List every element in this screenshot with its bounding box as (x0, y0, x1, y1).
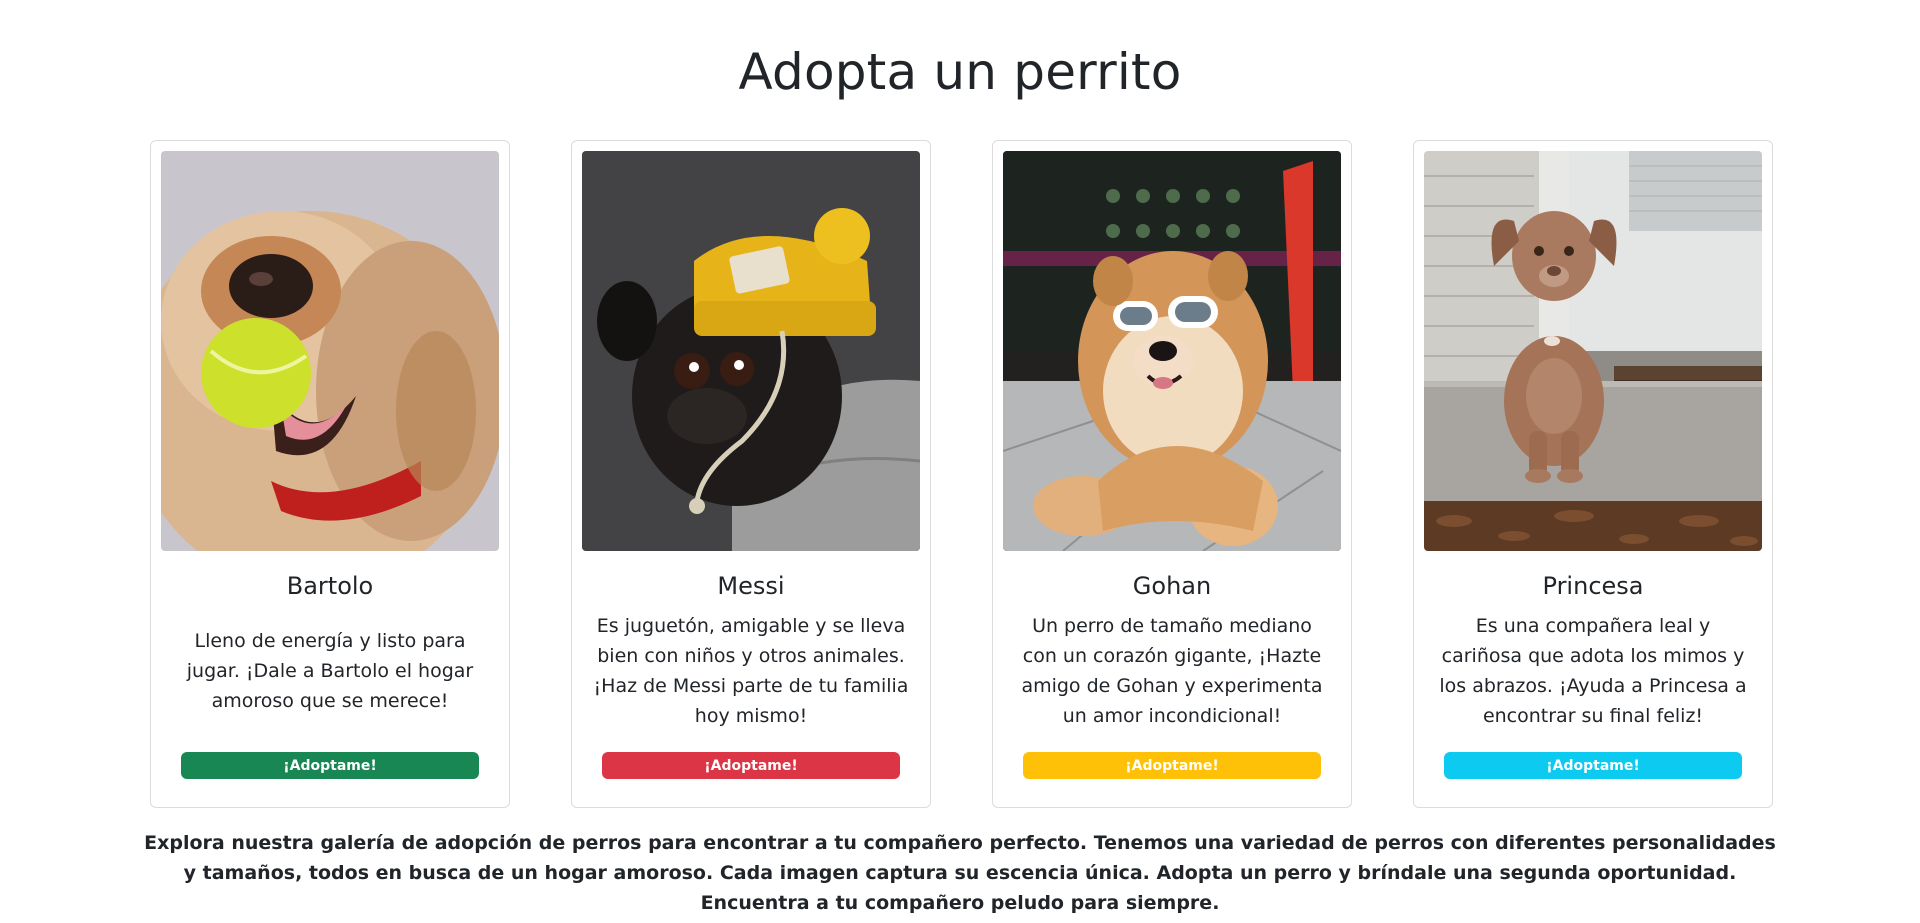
gallery-description: Explora nuestra galería de adopción de p… (144, 832, 1776, 914)
dog-gallery: Bartolo Lleno de energía y listo para ju… (0, 140, 1920, 815)
chow-chow-image (1003, 151, 1341, 551)
adopt-button-princesa[interactable]: ¡Adoptame! (1444, 752, 1742, 779)
dog-card-gohan: Gohan Un perro de tamaño mediano con un … (992, 140, 1352, 808)
dog-name: Bartolo (286, 572, 374, 600)
brown-puppy-image (1424, 151, 1762, 551)
dog-description: Lleno de energía y listo para jugar. ¡Da… (186, 630, 474, 712)
pug-image (582, 151, 920, 551)
dog-description: Un perro de tamaño mediano con un corazó… (1021, 615, 1323, 727)
dog-photo-messi (582, 151, 920, 551)
dog-card-princesa: Princesa Es una compañera leal y cariños… (1413, 140, 1773, 808)
dog-photo-bartolo (161, 151, 499, 551)
adopt-button-messi[interactable]: ¡Adoptame! (602, 752, 900, 779)
dog-name: Princesa (1542, 572, 1644, 600)
page-title: Adopta un perrito (738, 43, 1182, 101)
dog-description: Es una compañera leal y cariñosa que ado… (1439, 615, 1747, 727)
dog-name: Gohan (1132, 572, 1212, 600)
adopt-button-gohan[interactable]: ¡Adoptame! (1023, 752, 1321, 779)
dog-description: Es juguetón, amigable y se lleva bien co… (593, 615, 909, 727)
dog-name: Messi (717, 572, 785, 600)
adopt-button-bartolo[interactable]: ¡Adoptame! (181, 752, 479, 779)
dog-card-bartolo: Bartolo Lleno de energía y listo para ju… (150, 140, 510, 808)
dog-photo-princesa (1424, 151, 1762, 551)
dog-card-messi: Messi Es juguetón, amigable y se lleva b… (571, 140, 931, 808)
dog-photo-gohan (1003, 151, 1341, 551)
goldendoodle-image (161, 151, 499, 551)
